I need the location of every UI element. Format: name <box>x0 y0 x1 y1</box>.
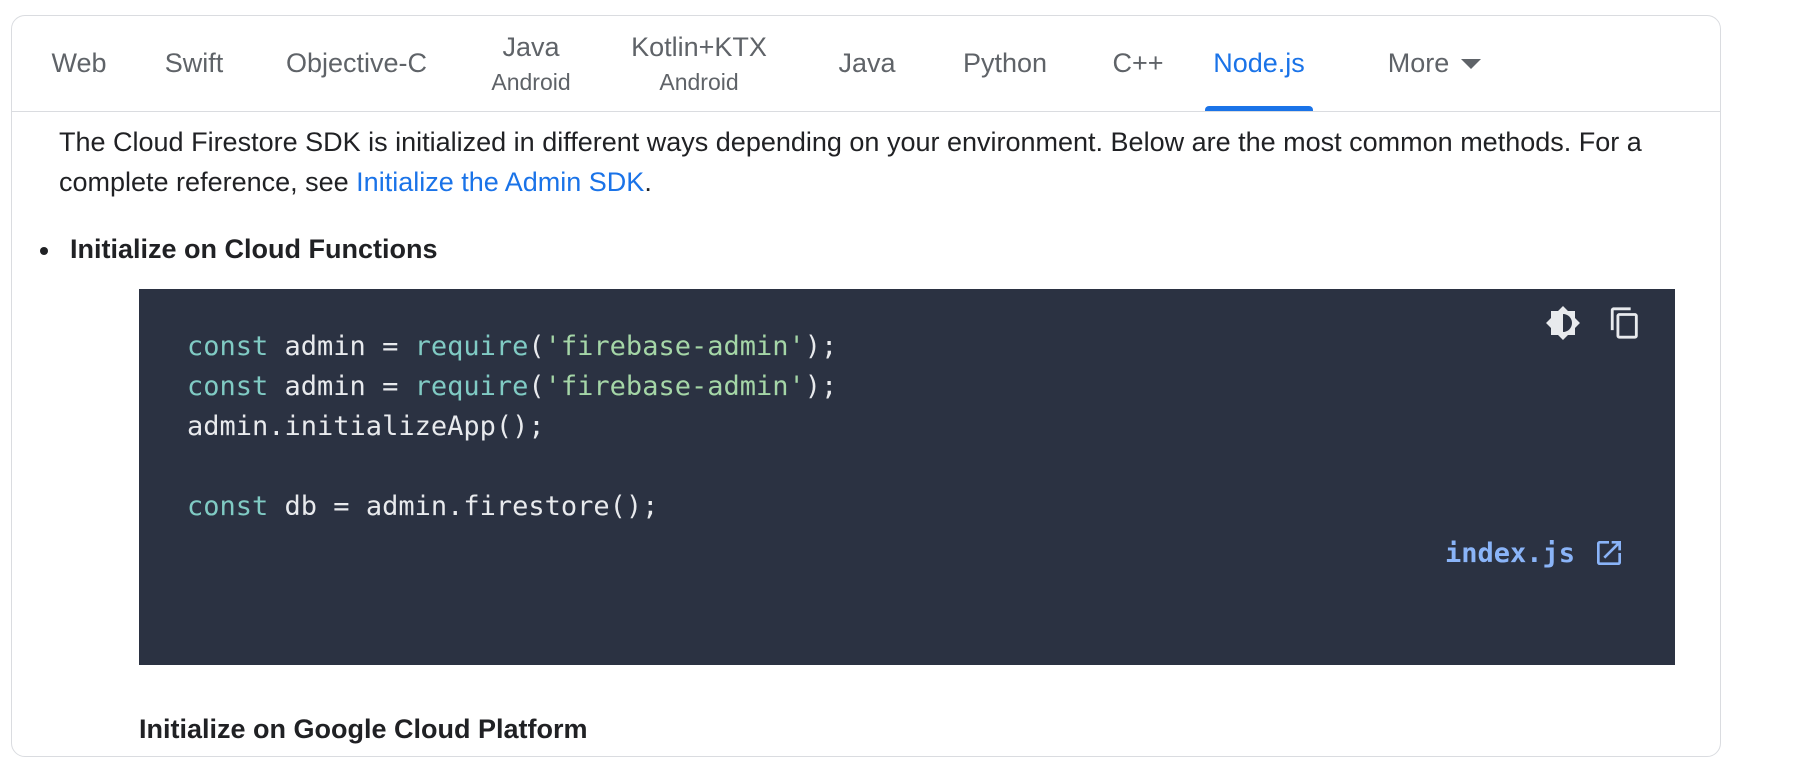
code-token: 'firebase-admin' <box>544 371 805 402</box>
tab-sublabel: Android <box>659 68 739 95</box>
code-line: const db = admin.firestore(); <box>187 487 837 527</box>
code-token: const <box>187 491 269 522</box>
tab-web[interactable]: Web <box>38 16 120 111</box>
tab-java[interactable]: Java <box>827 16 907 111</box>
tab-nodejs[interactable]: Node.js <box>1198 16 1320 111</box>
code-line: const admin = require('firebase-admin'); <box>187 327 837 367</box>
tab-kotlin-android[interactable]: Kotlin+KTX Android <box>616 16 782 111</box>
intro-after: . <box>644 167 652 197</box>
code-line: admin.initializeApp(); <box>187 407 837 447</box>
bullet-heading-text: Initialize on Cloud Functions <box>70 234 438 264</box>
code-token: ( <box>528 371 545 402</box>
code-token: admin = <box>268 331 415 362</box>
admin-sdk-link[interactable]: Initialize the Admin SDK <box>356 167 644 197</box>
code-token: 'firebase-admin' <box>544 331 805 362</box>
tab-python[interactable]: Python <box>937 16 1073 111</box>
code-token: ( <box>528 331 545 362</box>
open-in-new-icon <box>1597 541 1621 565</box>
language-tab-bar: Web Swift Objective-C Java Android Kotli… <box>12 16 1720 112</box>
intro-paragraph: The Cloud Firestore SDK is initialized i… <box>59 122 1699 202</box>
tab-sublabel: Android <box>491 68 571 95</box>
tab-label: Web <box>51 48 107 78</box>
code-token: db = admin.firestore(); <box>268 491 659 522</box>
tab-more-dropdown[interactable]: More <box>1357 16 1512 111</box>
code-token: const <box>187 371 269 402</box>
code-line: const admin = require('firebase-admin'); <box>187 367 837 407</box>
intro-text: The Cloud Firestore SDK is initialized i… <box>59 127 1642 197</box>
tab-label: Java <box>502 31 560 62</box>
code-block: const admin = require('firebase-admin');… <box>139 289 1675 665</box>
tab-label: Java <box>838 48 896 78</box>
tab-java-android[interactable]: Java Android <box>480 16 582 111</box>
next-section-heading: Initialize on Google Cloud Platform <box>139 714 588 744</box>
tab-label: C++ <box>1112 48 1164 78</box>
theme-toggle-icon[interactable] <box>1543 303 1583 343</box>
tab-label: Objective-C <box>285 48 428 78</box>
code-token: ); <box>804 371 838 402</box>
source-file-link[interactable]: index.js <box>1445 537 1625 569</box>
code-toolbar <box>1543 303 1645 343</box>
tab-label: Swift <box>164 48 224 78</box>
content-area: The Cloud Firestore SDK is initialized i… <box>59 122 1699 202</box>
tab-label: Python <box>962 48 1048 78</box>
tab-label: Node.js <box>1213 48 1305 78</box>
copy-icon[interactable] <box>1605 303 1645 343</box>
code-token: require <box>414 371 529 402</box>
caret-down-icon <box>1461 58 1482 69</box>
tab-objective-c[interactable]: Objective-C <box>269 16 444 111</box>
code-token: ); <box>804 331 838 362</box>
code-token: admin = <box>268 371 415 402</box>
code-tabs-card: Web Swift Objective-C Java Android Kotli… <box>11 15 1721 757</box>
code-content: const admin = require('firebase-admin');… <box>187 327 837 527</box>
code-token: admin.initializeApp(); <box>187 411 545 442</box>
code-token: const <box>187 331 269 362</box>
code-token: require <box>414 331 529 362</box>
tab-label: Kotlin+KTX <box>631 31 767 62</box>
tab-swift[interactable]: Swift <box>149 16 239 111</box>
tab-label: More <box>1387 48 1450 78</box>
bullet-heading: Initialize on Cloud Functions <box>40 234 438 265</box>
tab-cpp[interactable]: C++ <box>1102 16 1174 111</box>
bullet-dot <box>40 247 48 255</box>
source-file-name: index.js <box>1444 537 1575 569</box>
